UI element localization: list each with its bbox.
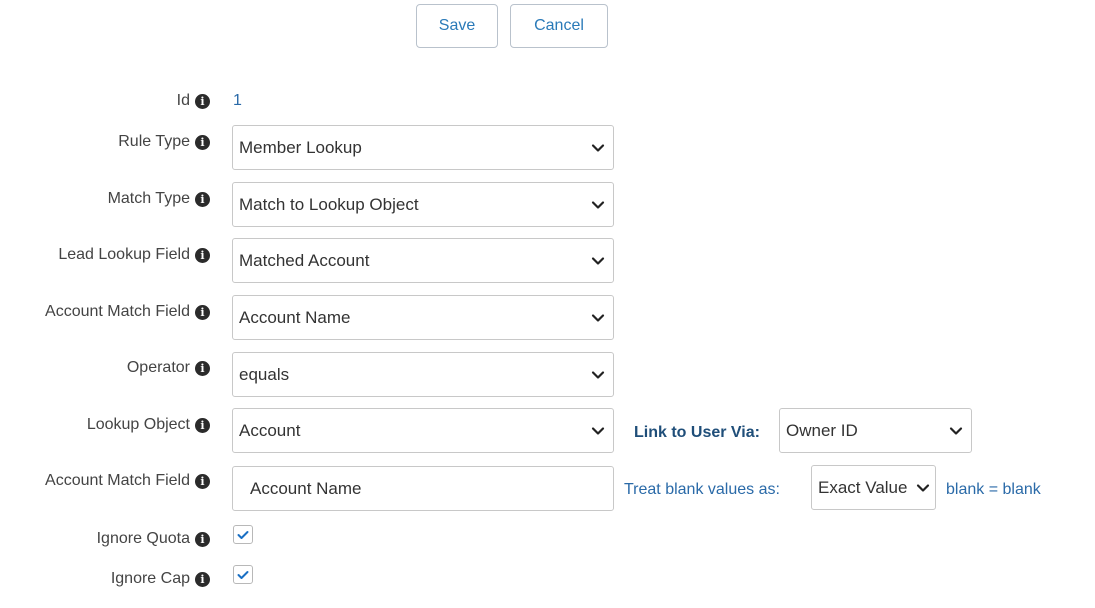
account-match-field-2-label: Account Match Field i <box>45 472 210 490</box>
chevron-down-icon <box>591 256 605 265</box>
operator-label: Operator i <box>127 359 210 377</box>
link-to-user-select[interactable]: Owner ID <box>779 408 972 453</box>
account-match-field-label: Account Match Field i <box>45 303 210 321</box>
lookup-object-label: Lookup Object i <box>87 416 210 434</box>
operator-label-text: Operator <box>126 359 190 376</box>
treat-blank-select[interactable]: Exact Value <box>811 465 936 510</box>
info-icon[interactable]: i <box>195 571 210 587</box>
account-match-field-2-label-text: Account Match Field <box>45 472 190 489</box>
ignore-cap-label: Ignore Cap i <box>111 570 210 588</box>
chevron-down-icon <box>591 143 605 152</box>
ignore-quota-label-text: Ignore Quota <box>96 530 190 547</box>
rule-type-select[interactable]: Member Lookup <box>232 125 614 170</box>
ignore-cap-checkbox[interactable] <box>233 565 253 584</box>
id-label-text: Id <box>176 92 190 109</box>
rule-type-value: Member Lookup <box>239 137 362 157</box>
checkmark-icon <box>237 570 249 579</box>
chevron-down-icon <box>949 426 963 435</box>
lookup-object-value: Account <box>239 420 301 440</box>
lookup-object-label-text: Lookup Object <box>86 416 190 433</box>
info-icon[interactable]: i <box>195 304 210 320</box>
checkmark-icon <box>237 530 249 539</box>
save-button[interactable]: Save <box>416 4 498 48</box>
match-type-label-text: Match Type <box>107 190 190 207</box>
chevron-down-icon <box>916 483 930 492</box>
match-type-value: Match to Lookup Object <box>239 194 419 214</box>
info-icon[interactable]: i <box>195 531 210 547</box>
account-match-field-label-text: Account Match Field <box>45 303 190 320</box>
chevron-down-icon <box>591 370 605 379</box>
lead-lookup-field-value: Matched Account <box>239 250 370 270</box>
link-to-user-label: Link to User Via: <box>634 424 760 441</box>
lead-lookup-field-label-text: Lead Lookup Field <box>58 246 190 263</box>
ignore-quota-checkbox[interactable] <box>233 525 253 544</box>
lead-lookup-field-label: Lead Lookup Field i <box>58 246 210 264</box>
info-icon[interactable]: i <box>195 247 210 263</box>
treat-blank-value: Exact Value <box>818 477 908 497</box>
rule-type-label: Rule Type i <box>118 133 210 151</box>
cancel-button[interactable]: Cancel <box>510 4 608 48</box>
account-match-field-select[interactable]: Account Name <box>232 295 614 340</box>
info-icon[interactable]: i <box>195 191 210 207</box>
ignore-cap-label-text: Ignore Cap <box>110 570 190 587</box>
info-icon[interactable]: i <box>195 360 210 376</box>
chevron-down-icon <box>591 426 605 435</box>
link-to-user-value: Owner ID <box>786 420 858 440</box>
blank-note: blank = blank <box>946 481 1041 498</box>
operator-value: equals <box>239 364 290 384</box>
match-type-select[interactable]: Match to Lookup Object <box>232 182 614 227</box>
lead-lookup-field-select[interactable]: Matched Account <box>232 238 614 283</box>
info-icon[interactable]: i <box>195 134 210 150</box>
id-label: Id i <box>177 92 210 110</box>
treat-blank-label: Treat blank values as: <box>624 481 780 498</box>
info-icon[interactable]: i <box>195 93 210 109</box>
ignore-quota-label: Ignore Quota i <box>97 530 210 548</box>
rule-type-label-text: Rule Type <box>118 133 190 150</box>
lookup-object-select[interactable]: Account <box>232 408 614 453</box>
id-value: 1 <box>233 92 242 109</box>
match-type-label: Match Type i <box>108 190 210 208</box>
chevron-down-icon <box>591 200 605 209</box>
chevron-down-icon <box>591 313 605 322</box>
account-match-field-input[interactable] <box>232 466 614 511</box>
info-icon[interactable]: i <box>195 417 210 433</box>
info-icon[interactable]: i <box>195 473 210 489</box>
account-match-field-value: Account Name <box>239 307 351 327</box>
operator-select[interactable]: equals <box>232 352 614 397</box>
